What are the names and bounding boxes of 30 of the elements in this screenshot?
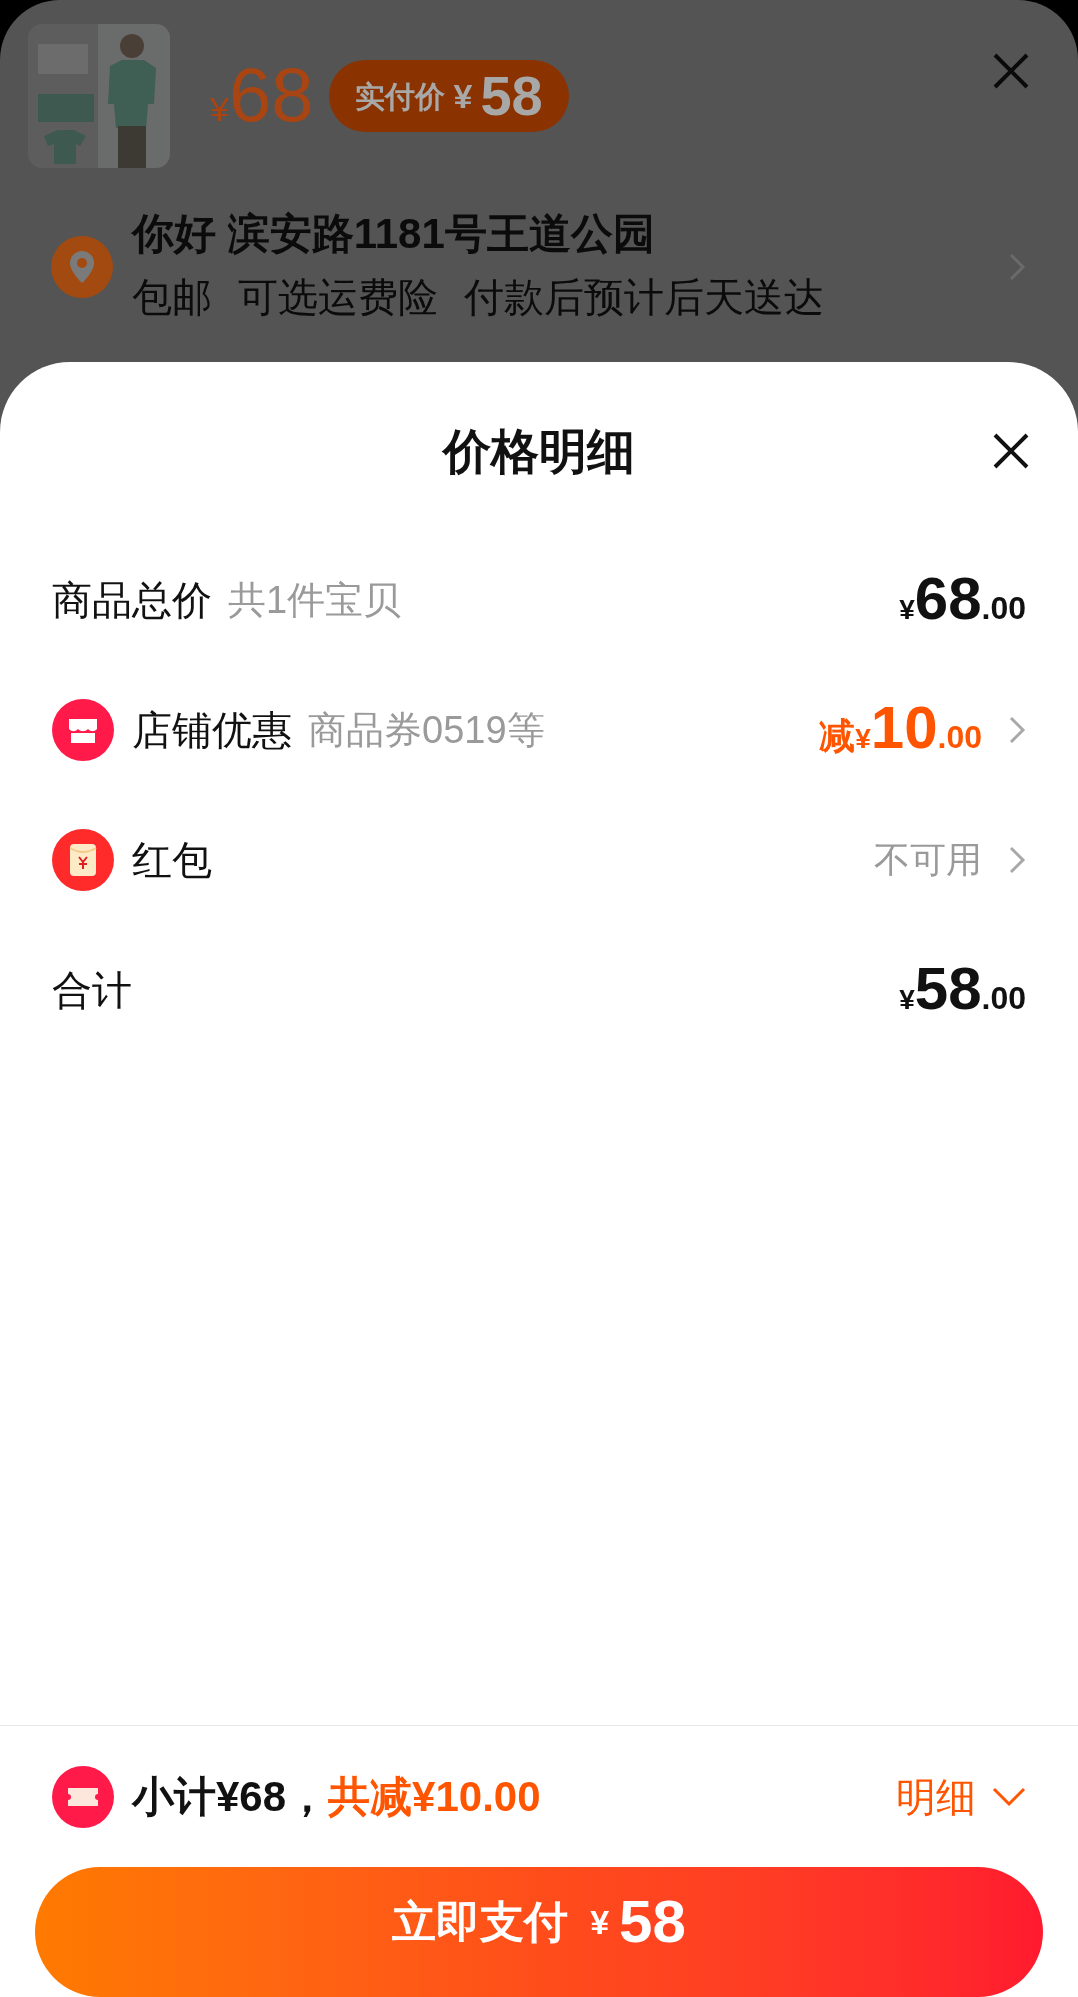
row-label: 合计: [52, 967, 132, 1014]
delivery-info: 可选运费险: [238, 273, 438, 321]
pay-now-button[interactable]: 立即支付 ¥ 58: [35, 1867, 1043, 1997]
row-label: 商品总价: [52, 577, 212, 624]
sheet-title: 价格明细: [443, 424, 635, 480]
chevron-right-icon[interactable]: [1008, 845, 1026, 875]
close-icon[interactable]: [992, 432, 1030, 470]
detail-toggle[interactable]: 明细: [896, 1766, 1026, 1827]
amount: ¥58.00: [899, 958, 1026, 1022]
ticket-icon: [52, 1765, 114, 1828]
row-note: 共1件宝贝: [228, 577, 402, 623]
chevron-right-icon[interactable]: [1008, 715, 1026, 745]
status-text: 不可用: [874, 838, 982, 882]
chevron-right-icon[interactable]: [1008, 252, 1026, 283]
row-note: 商品券0519等: [308, 707, 545, 753]
delivery-info: 包邮: [132, 273, 212, 321]
location-pin-icon: [50, 235, 114, 300]
total-discount: 共减¥10.00: [328, 1772, 541, 1822]
address-title: 你好 滨安路1181号王道公园: [132, 209, 656, 259]
row-label: 店铺优惠: [132, 707, 292, 754]
shop-icon: [52, 699, 114, 761]
price-currency: ¥: [210, 90, 229, 130]
envelope-icon: [52, 829, 114, 891]
amount: 减¥10.00: [819, 697, 982, 763]
product-price: 68: [228, 57, 314, 133]
delivery-info: 付款后预计后天送达: [464, 273, 824, 321]
row-label: 红包: [132, 837, 212, 884]
subtotal-text: 小计¥68，: [132, 1772, 329, 1822]
amount: ¥68.00: [899, 568, 1026, 632]
pay-price-badge: 实付价 ¥58: [329, 60, 569, 132]
